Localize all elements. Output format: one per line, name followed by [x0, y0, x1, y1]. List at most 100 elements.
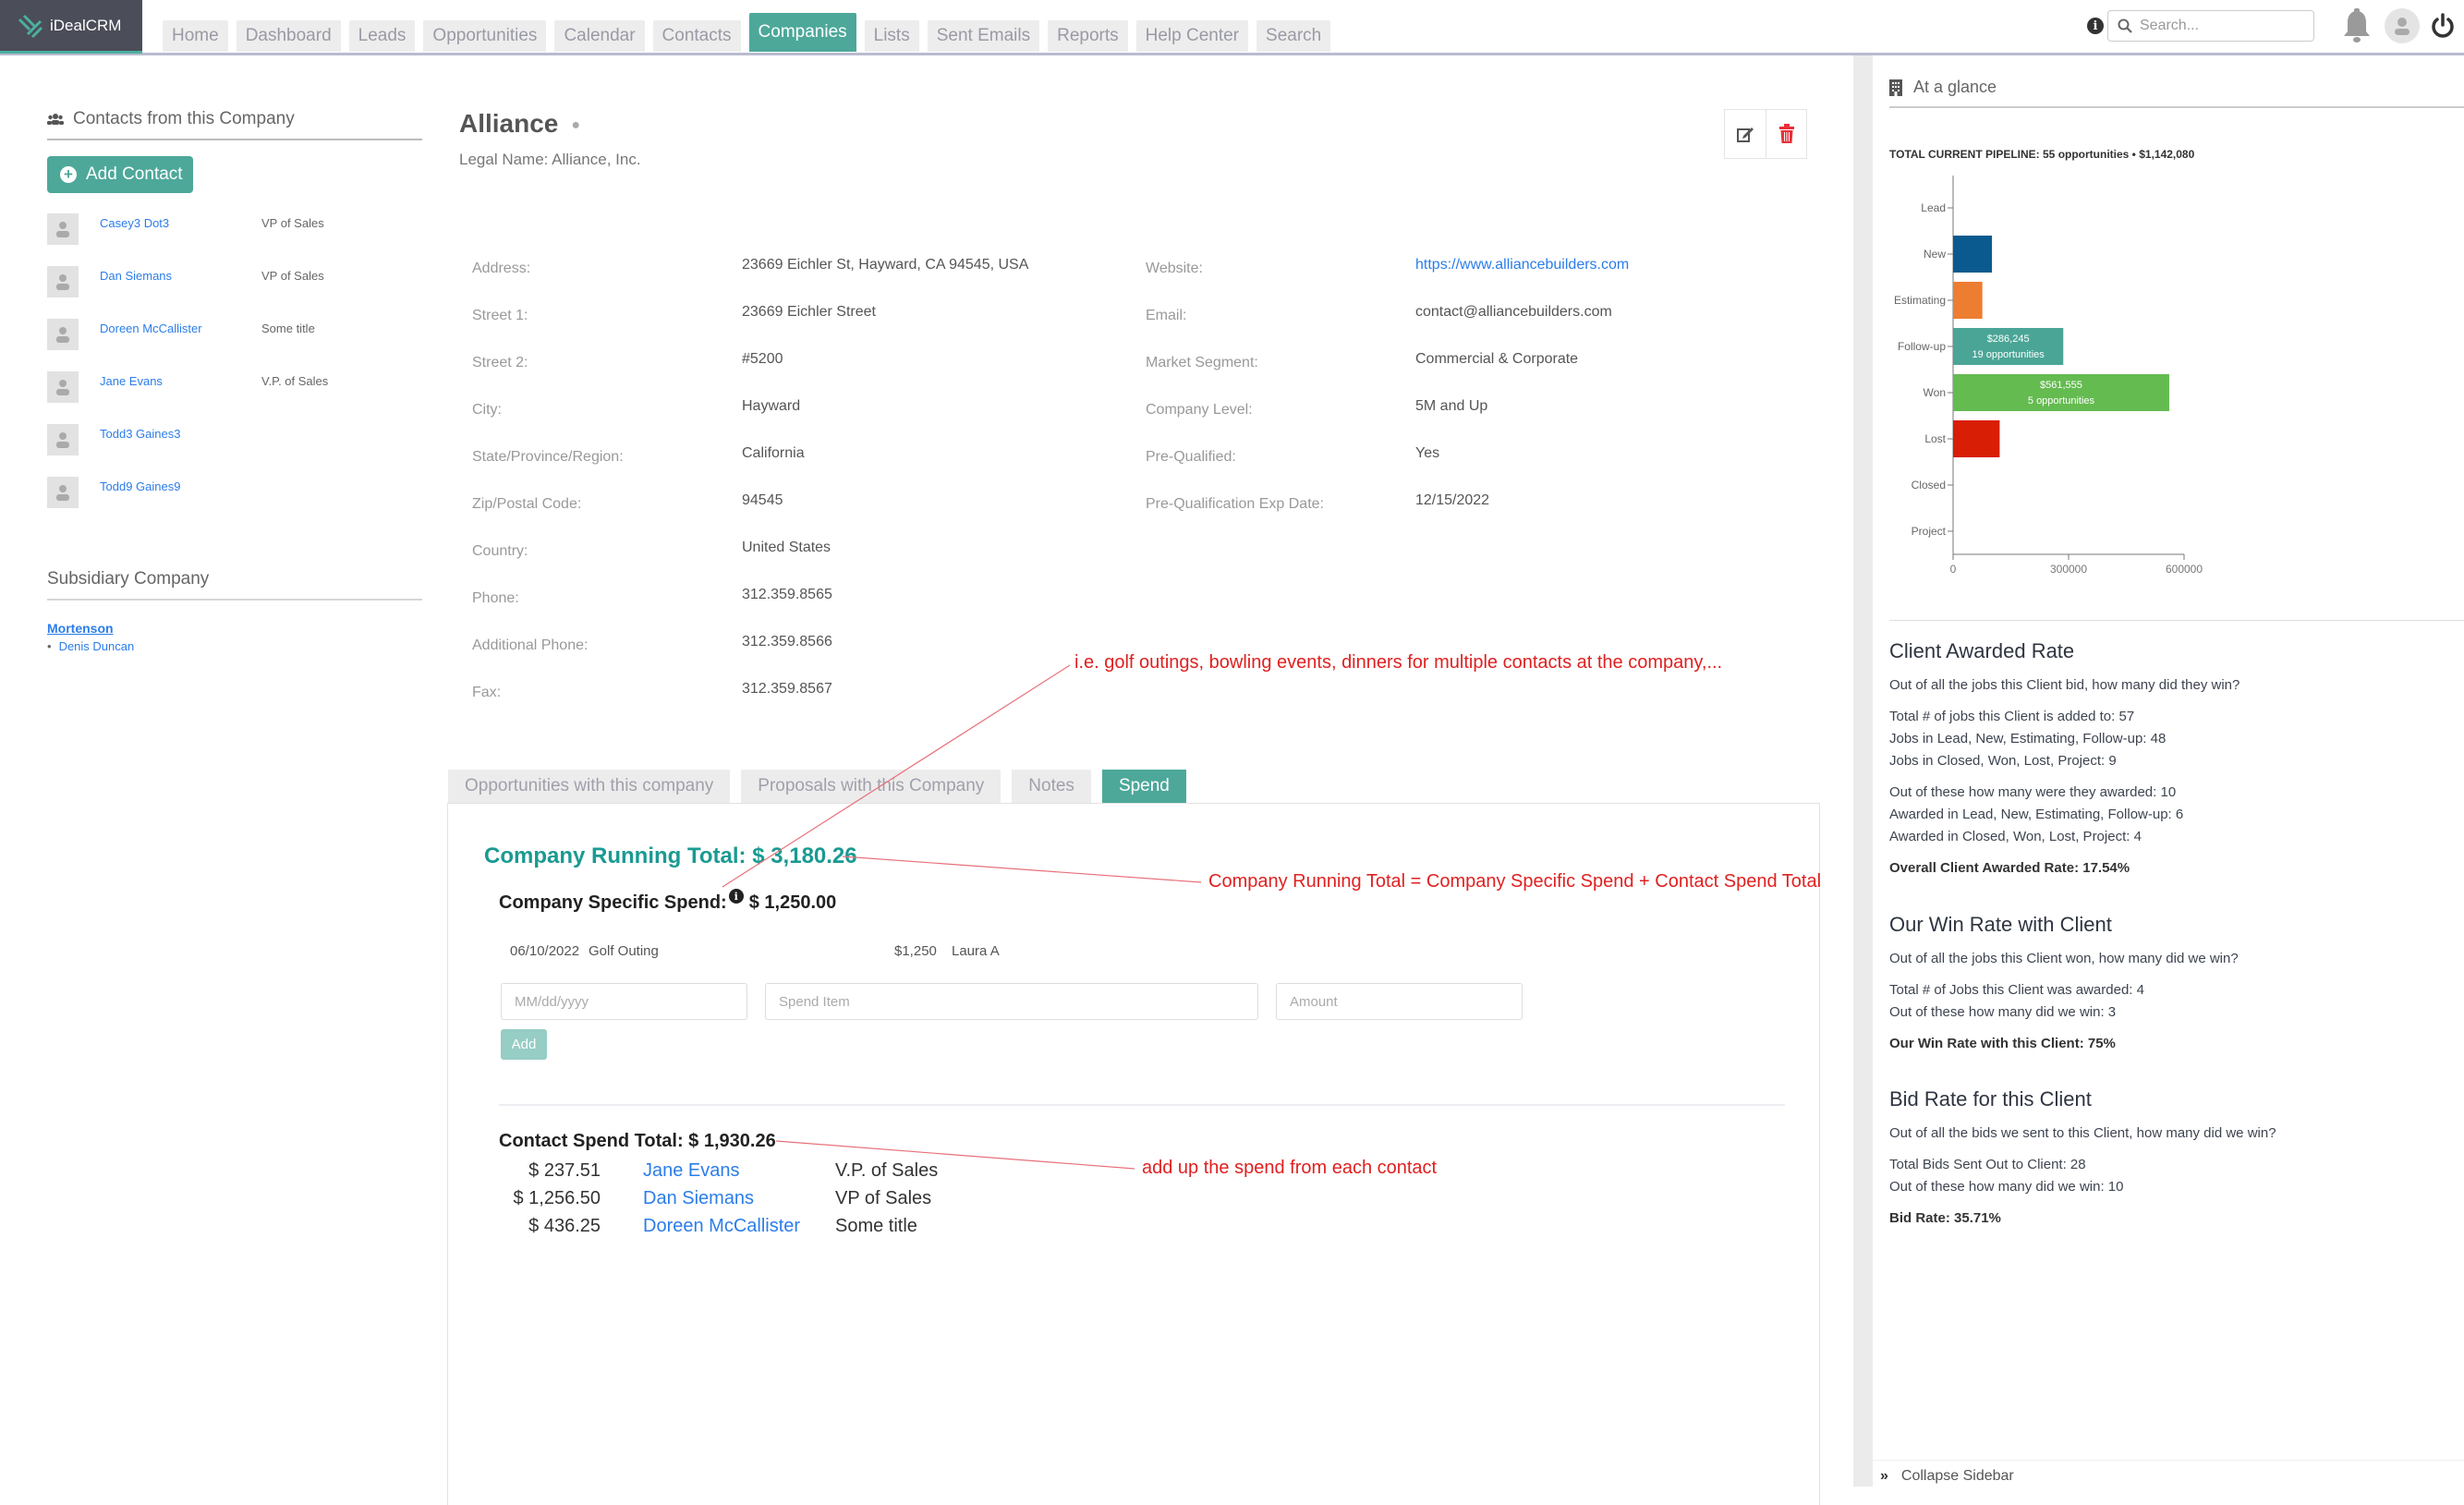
detail-row: Pre-Qualified: Yes	[1146, 445, 1629, 492]
contact-list-item: Casey3 Dot3 VP of Sales	[47, 213, 422, 266]
user-icon	[56, 485, 69, 501]
contact-title: Some title	[261, 322, 315, 335]
contact-name-link[interactable]: Todd9 Gaines9	[100, 477, 261, 493]
user-icon	[56, 327, 69, 343]
contact-title: VP of Sales	[261, 269, 324, 283]
detail-row: Market Segment: Commercial & Corporate	[1146, 351, 1629, 398]
detail-label: Market Segment:	[1146, 355, 1258, 370]
delete-button[interactable]	[1766, 110, 1806, 158]
spend-entry-user: Laura A	[952, 943, 1000, 959]
search-icon	[2118, 18, 2132, 33]
status-dot: ●	[571, 116, 581, 133]
spend-amount-input[interactable]	[1276, 983, 1523, 1020]
sidebar-gutter	[1853, 55, 1873, 1487]
contacts-panel-title: Contacts from this Company	[47, 109, 422, 140]
contact-spend-name-link[interactable]: Dan Siemans	[643, 1188, 835, 1216]
contact-spend-total: Contact Spend Total: $ 1,930.26	[499, 1131, 776, 1151]
user-icon	[2395, 18, 2409, 35]
contact-spend-name-link[interactable]: Jane Evans	[643, 1160, 835, 1188]
annotation-golf: i.e. golf outings, bowling events, dinne…	[1074, 652, 1723, 673]
nav-tab-opportunities[interactable]: Opportunities	[423, 20, 547, 52]
nav-tab-lists[interactable]: Lists	[864, 20, 919, 52]
building-icon	[1889, 79, 1902, 96]
nav-tab-search[interactable]: Search	[1256, 20, 1331, 52]
contact-avatar[interactable]	[47, 371, 79, 403]
subsidiary-company-link[interactable]: Mortenson	[47, 621, 422, 636]
y-tick-label: Closed	[1912, 479, 1946, 492]
contact-avatar[interactable]	[47, 477, 79, 508]
add-contact-button[interactable]: + Add Contact	[47, 156, 193, 193]
bid-rate-title: Bid Rate for this Client	[1889, 1087, 2092, 1111]
stat-line: Awarded in Closed, Won, Lost, Project: 4	[1889, 829, 2142, 844]
power-logout-icon[interactable]	[2429, 12, 2457, 40]
edit-button[interactable]	[1725, 110, 1766, 158]
nav-tab-calendar[interactable]: Calendar	[554, 20, 645, 52]
global-search-input[interactable]	[2140, 18, 2297, 34]
nav-tab-sent-emails[interactable]: Sent Emails	[927, 20, 1040, 52]
spend-entry-date: 06/10/2022	[510, 943, 580, 959]
detail-label: Email:	[1146, 308, 1187, 323]
contact-name-link[interactable]: Doreen McCallister	[100, 319, 261, 335]
detail-value: Hayward	[742, 398, 801, 414]
nav-tab-dashboard[interactable]: Dashboard	[236, 20, 341, 52]
contact-name-link[interactable]: Casey3 Dot3	[100, 213, 261, 230]
subtab-proposals-with-this-company[interactable]: Proposals with this Company	[741, 770, 1001, 803]
company-specific-spend: Company Specific Spend: i $ 1,250.00	[499, 889, 837, 913]
spend-item-input[interactable]	[765, 983, 1258, 1020]
bid-rate: Bid Rate for this Client Out of all the …	[1889, 1087, 2444, 1230]
nav-tab-reports[interactable]: Reports	[1048, 20, 1128, 52]
info-icon[interactable]: i	[2087, 18, 2104, 34]
bid-rate-question: Out of all the bids we sent to this Clie…	[1889, 1125, 2276, 1141]
contact-avatar[interactable]	[47, 266, 79, 297]
detail-label: Pre-Qualified:	[1146, 449, 1236, 465]
stat-line: Awarded in Lead, New, Estimating, Follow…	[1889, 807, 2184, 822]
detail-label: Street 2:	[472, 355, 528, 370]
nav-tab-help-center[interactable]: Help Center	[1135, 20, 1249, 52]
info-icon[interactable]: i	[728, 889, 744, 904]
bar-new	[1953, 236, 1993, 273]
nav-tab-home[interactable]: Home	[163, 20, 228, 52]
subtab-notes[interactable]: Notes	[1012, 770, 1091, 803]
subtab-spend[interactable]: Spend	[1101, 770, 1186, 803]
detail-value: United States	[742, 540, 831, 555]
company-name-heading: Alliance ●	[459, 109, 581, 138]
nav-tab-companies[interactable]: Companies	[748, 13, 856, 52]
app-logo[interactable]: iDealCRM	[0, 0, 142, 54]
detail-row: Country: United States	[472, 540, 1028, 587]
contact-name-link[interactable]: Todd3 Gaines3	[100, 424, 261, 441]
nav-tab-contacts[interactable]: Contacts	[652, 20, 741, 52]
detail-label: Fax:	[472, 685, 502, 700]
global-search[interactable]	[2107, 10, 2314, 42]
pipeline-bar-chart: Lead New Estimating Follow-up $286,245 19 opp…	[1894, 176, 2203, 576]
spend-date-input[interactable]	[501, 983, 747, 1020]
company-details-left: Address: 23669 Eichler St, Hayward, CA 94…	[472, 257, 1028, 728]
add-spend-button[interactable]: Add	[501, 1029, 547, 1060]
detail-label: Phone:	[472, 590, 519, 606]
contact-name-link[interactable]: Dan Siemans	[100, 266, 261, 283]
detail-row: Company Level: 5M and Up	[1146, 398, 1629, 445]
nav-tab-leads[interactable]: Leads	[348, 20, 416, 52]
detail-value: 94545	[742, 492, 783, 508]
subtab-opportunities-with-this-company[interactable]: Opportunities with this company	[448, 770, 731, 803]
collapse-sidebar-button[interactable]: » Collapse Sidebar	[1873, 1460, 2464, 1485]
bar-data-label: 5 opportunities	[2028, 395, 2095, 407]
contact-name-link[interactable]: Jane Evans	[100, 371, 261, 388]
detail-row: Email: contact@alliancebuilders.com	[1146, 304, 1629, 351]
user-avatar[interactable]	[2385, 8, 2420, 43]
detail-row: Street 2: #5200	[472, 351, 1028, 398]
subsidiary-contact-link[interactable]: Denis Duncan	[47, 639, 422, 653]
detail-row: Fax: 312.359.8567	[472, 681, 1028, 728]
contact-list-item: Dan Siemans VP of Sales	[47, 266, 422, 319]
detail-value: Commercial & Corporate	[1415, 351, 1579, 367]
contact-avatar[interactable]	[47, 424, 79, 455]
notification-bell-icon[interactable]	[2340, 7, 2373, 44]
trash-icon	[1778, 124, 1794, 143]
contact-avatar[interactable]	[47, 319, 79, 350]
contact-spend-name-link[interactable]: Doreen McCallister	[643, 1216, 835, 1244]
contact-avatar[interactable]	[47, 213, 79, 245]
detail-value: Yes	[1415, 445, 1440, 461]
contact-list: Casey3 Dot3 VP of Sales Dan Siemans VP of S…	[47, 213, 422, 529]
company-subtabs: Opportunities with this company Proposals…	[448, 770, 1186, 803]
x-tick-label: 300000	[2050, 563, 2087, 576]
website-link[interactable]: https://www.alliancebuilders.com	[1415, 257, 1629, 304]
